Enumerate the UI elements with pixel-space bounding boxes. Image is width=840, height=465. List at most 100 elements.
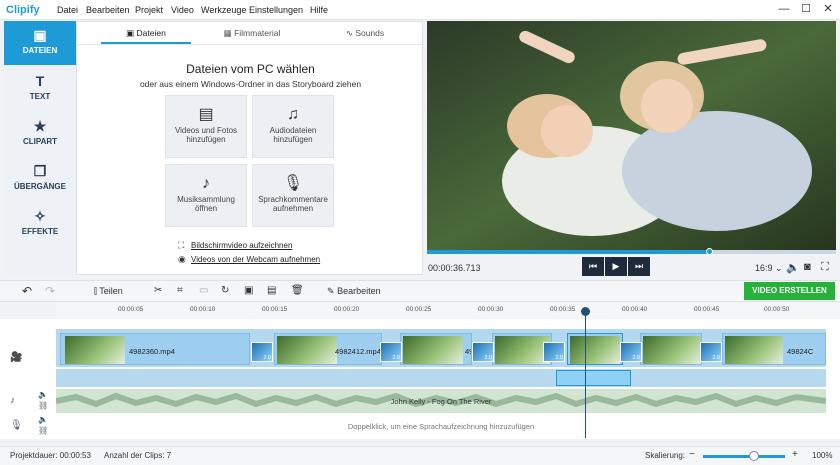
tile-label: hinzufügen	[273, 135, 313, 144]
previous-button[interactable]: ⏮	[582, 257, 604, 276]
link-icon[interactable]: ⛓	[38, 401, 48, 410]
app-logo: Clipify	[6, 4, 40, 16]
audio-volume-icon[interactable]: 🔈	[38, 390, 48, 399]
star-icon: ★	[33, 118, 47, 134]
edit-toolbar	[0, 280, 840, 302]
volume-icon[interactable]: 🔈	[786, 261, 800, 274]
redo-button[interactable]: ↷	[45, 284, 55, 298]
transition-marker[interactable]: 2.0	[472, 342, 494, 362]
transitions-icon: ❐	[33, 163, 47, 179]
tab-dateien[interactable]: ▣ Dateien	[101, 22, 191, 44]
webcam-record-link[interactable]: Videos von der Webcam aufnehmen	[191, 255, 320, 264]
next-button[interactable]: ⏭	[628, 257, 650, 276]
sidebar-item-dateien[interactable]: ▣ DATEIEN	[4, 21, 76, 65]
project-duration: Projektdauer: 00:00:53	[10, 451, 91, 460]
transition-marker[interactable]: 2.0	[543, 342, 565, 362]
image-add-icon[interactable]: ▣	[244, 285, 253, 296]
sidebar-item-uebergaenge[interactable]: ❐ ÜBERGÄNGE	[4, 157, 76, 201]
zoom-in-button[interactable]: +	[792, 449, 798, 460]
create-video-button[interactable]: VIDEO ERSTELLEN	[744, 282, 835, 300]
clip-thumbnail	[65, 336, 125, 364]
video-clip[interactable]: 49824C	[722, 333, 826, 365]
video-clip[interactable]	[640, 333, 702, 365]
fullscreen-icon[interactable]: ⛶	[821, 261, 829, 274]
video-clip[interactable]: 4982412.mp4	[274, 333, 382, 365]
zoom-slider-handle[interactable]	[749, 451, 759, 461]
menu-datei[interactable]: Datei	[57, 5, 78, 15]
close-button[interactable]: ✕	[818, 2, 838, 17]
effects-track[interactable]	[56, 369, 826, 387]
video-clip[interactable]: 49	[400, 333, 472, 365]
tab-filmmaterial[interactable]: ▦ Filmmaterial	[207, 22, 297, 44]
tab-sounds[interactable]: ∿ Sounds	[325, 22, 405, 44]
voice-volume-icon[interactable]: 🔈	[38, 415, 48, 424]
tile-label: hinzufügen	[186, 135, 226, 144]
transition-duration: 2.0	[263, 355, 271, 361]
cut-icon[interactable]: ✂	[154, 285, 162, 296]
timecode: 00:00:36.713	[428, 263, 481, 273]
add-videos-photos-button[interactable]: ▤ Videos und Fotos hinzufügen	[165, 95, 247, 158]
video-clip[interactable]: 4982360.mp4	[60, 333, 250, 365]
ruler-tick: 00:00:05	[118, 306, 144, 313]
voice-link-icon[interactable]: ⛓	[38, 426, 48, 435]
menu-werkzeuge[interactable]: Werkzeuge	[201, 5, 246, 15]
sidebar-item-text[interactable]: T TEXT	[4, 67, 76, 111]
tile-label: Musiksammlung	[177, 195, 235, 204]
aspect-ratio-select[interactable]: 16:9 ⌄	[755, 263, 783, 274]
aspect-icon[interactable]: ▭	[199, 285, 208, 296]
clip-label: 4982360.mp4	[129, 347, 175, 356]
zoom-out-button[interactable]: −	[689, 449, 695, 460]
screen-record-icon: ⛶	[178, 240, 185, 250]
menu-video[interactable]: Video	[171, 5, 194, 15]
menu-projekt[interactable]: Projekt	[135, 5, 163, 15]
sidebar-item-label: ÜBERGÄNGE	[13, 182, 66, 191]
menu-bearbeiten[interactable]: Bearbeiten	[86, 5, 130, 15]
zoom-slider[interactable]	[703, 455, 785, 458]
maximize-button[interactable]: ☐	[796, 2, 816, 17]
ruler-tick: 00:00:30	[478, 306, 504, 313]
add-audio-button[interactable]: ♫ Audiodateien hinzufügen	[252, 95, 334, 158]
split-icon: ⫿	[94, 286, 97, 296]
transition-marker[interactable]: 2.0	[620, 342, 642, 362]
sidebar-item-label: CLIPART	[22, 137, 58, 146]
effect-segment[interactable]	[556, 370, 631, 386]
page-title: Dateien vom PC wählen	[186, 62, 315, 76]
transition-marker[interactable]: 2.0	[251, 342, 273, 362]
seek-bar[interactable]	[427, 248, 836, 255]
ruler-tick: 00:00:20	[334, 306, 360, 313]
storyboard-icon[interactable]: ▤	[267, 285, 276, 296]
edit-button[interactable]: ✎ Bearbeiten	[327, 286, 381, 297]
playhead-handle[interactable]	[581, 307, 590, 316]
transition-duration: 2.0	[392, 355, 400, 361]
timeline-ruler[interactable]: 00:00:05 00:00:10 00:00:15 00:00:20 00:0…	[56, 303, 840, 319]
clip-thumbnail	[495, 336, 550, 364]
minimize-button[interactable]: —	[774, 2, 794, 17]
video-preview[interactable]	[427, 21, 836, 250]
menu-hilfe[interactable]: Hilfe	[310, 5, 328, 15]
media-panel: ▣ Dateien ▦ Filmmaterial ∿ Sounds Dateie…	[76, 21, 424, 275]
play-button[interactable]: ▶	[605, 257, 627, 276]
rotate-icon[interactable]: ↻	[221, 285, 229, 296]
sidebar-item-effekte[interactable]: ✧ EFFEKTE	[4, 202, 76, 246]
delete-icon[interactable]: 🗑	[291, 285, 304, 296]
ruler-tick: 00:00:50	[764, 306, 790, 313]
music-collection-button[interactable]: ♪ Musiksammlung öffnen	[165, 164, 247, 227]
microphone-icon: 🎙	[10, 420, 23, 431]
seek-handle[interactable]	[706, 248, 713, 255]
transition-marker[interactable]: 2.0	[700, 342, 722, 362]
transition-duration: 2.0	[712, 355, 720, 361]
menu-einstellungen[interactable]: Einstellungen	[249, 5, 303, 15]
scale-label: Skalierung:	[645, 451, 686, 460]
screen-record-link[interactable]: Bildschirmvideo aufzeichnen	[191, 241, 292, 250]
video-clip-selected[interactable]	[567, 333, 623, 365]
sidebar-item-clipart[interactable]: ★ CLIPART	[4, 112, 76, 156]
transition-marker[interactable]: 2.0	[380, 342, 402, 362]
undo-button[interactable]: ↶	[22, 284, 32, 298]
split-button[interactable]: ⫿ Teilen	[94, 286, 123, 297]
ruler-tick: 00:00:40	[622, 306, 648, 313]
snapshot-icon[interactable]: ◙	[804, 261, 811, 273]
crop-icon[interactable]: ⌗	[177, 285, 183, 296]
clip-thumbnail	[403, 336, 463, 364]
record-voice-button[interactable]: 🎙 Sprachkommentare aufnehmen	[252, 164, 334, 227]
clip-label: 49824C	[787, 347, 814, 356]
